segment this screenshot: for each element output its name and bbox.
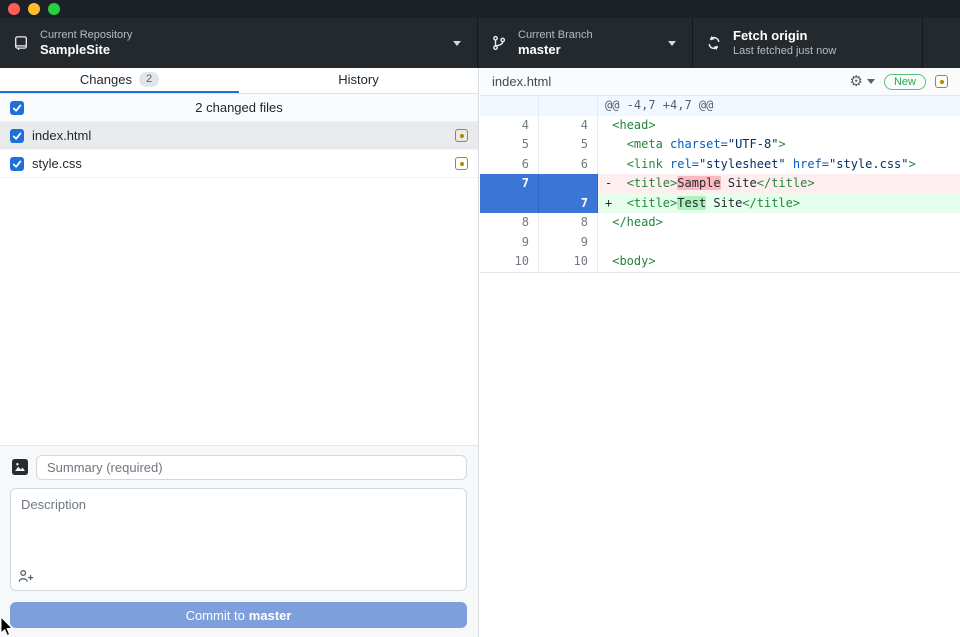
tab-history-label: History	[338, 72, 378, 87]
fetch-origin-button[interactable]: Fetch origin Last fetched just now	[693, 18, 923, 68]
fetch-title: Fetch origin	[733, 28, 836, 44]
chevron-down-icon	[668, 41, 676, 46]
close-button[interactable]	[8, 3, 20, 15]
diff-new-line-number[interactable]	[539, 96, 598, 116]
diff-tools: ⚙ New	[850, 74, 948, 90]
file-checkbox[interactable]	[10, 157, 24, 171]
diff-row[interactable]: @@ -4,7 +4,7 @@	[480, 96, 960, 116]
select-all-row[interactable]: 2 changed files	[0, 94, 478, 122]
modified-icon	[935, 75, 948, 88]
diff-line-content: <link rel="stylesheet" href="style.css">	[598, 155, 960, 175]
tab-changes[interactable]: Changes 2	[0, 68, 239, 93]
diff-line-content: <body>	[598, 252, 960, 272]
tab-history[interactable]: History	[239, 68, 478, 93]
sync-icon	[706, 35, 722, 51]
diff-line-content: + <title>Test Site</title>	[598, 194, 960, 214]
diff-line-content: @@ -4,7 +4,7 @@	[598, 96, 960, 116]
chevron-down-icon	[867, 79, 875, 84]
diff-new-line-number[interactable]: 6	[539, 155, 598, 175]
diff-line-content: </head>	[598, 213, 960, 233]
commit-summary-input[interactable]	[36, 455, 467, 480]
diff-old-line-number[interactable]: 5	[480, 135, 539, 155]
tab-changes-label: Changes	[80, 72, 132, 87]
diff-new-line-number[interactable]: 10	[539, 252, 598, 272]
changed-files-list: index.html style.css	[0, 122, 478, 178]
toolbar: Current Repository SampleSite Current Br…	[0, 18, 960, 68]
diff-old-line-number[interactable]: 9	[480, 233, 539, 253]
changes-count-badge: 2	[139, 72, 159, 87]
commit-description-wrap	[10, 488, 467, 591]
repo-icon	[13, 35, 29, 51]
diff-row[interactable]: 66 <link rel="stylesheet" href="style.cs…	[480, 155, 960, 175]
diff-new-line-number[interactable]	[539, 174, 598, 194]
diff-new-line-number[interactable]: 4	[539, 116, 598, 136]
repository-label: Current Repository	[40, 28, 132, 42]
changes-sidebar: Changes 2 History 2 changed files index.…	[0, 68, 479, 637]
select-all-checkbox[interactable]	[10, 101, 24, 115]
new-badge: New	[884, 74, 926, 90]
github-desktop-window: Current Repository SampleSite Current Br…	[0, 0, 960, 637]
diff-old-line-number[interactable]: 4	[480, 116, 539, 136]
toolbar-spacer	[923, 18, 960, 68]
diff-line-content	[598, 233, 960, 253]
diff-line-content: <meta charset="UTF-8">	[598, 135, 960, 155]
diff-panel: index.html ⚙ New @@ -4,7 +4,7 @@44 <head…	[480, 68, 960, 637]
branch-dropdown[interactable]: Current Branch master	[478, 18, 693, 68]
repository-dropdown[interactable]: Current Repository SampleSite	[0, 18, 478, 68]
mouse-cursor	[0, 616, 15, 637]
repository-name: SampleSite	[40, 42, 132, 58]
maximize-button[interactable]	[48, 3, 60, 15]
diff-row[interactable]: 7 - <title>Sample Site</title>	[480, 174, 960, 194]
modified-icon	[455, 129, 468, 142]
diff-new-line-number[interactable]: 9	[539, 233, 598, 253]
diff-old-line-number[interactable]: 8	[480, 213, 539, 233]
diff-line-content: <head>	[598, 116, 960, 136]
sidebar-tabs: Changes 2 History	[0, 68, 478, 94]
diff-old-line-number[interactable]: 10	[480, 252, 539, 272]
commit-form: Commit to master	[0, 445, 478, 637]
add-coauthor-icon[interactable]	[18, 568, 34, 584]
branch-icon	[491, 35, 507, 51]
diff-old-line-number[interactable]	[480, 194, 539, 214]
diff-old-line-number[interactable]	[480, 96, 539, 116]
commit-button-branch: master	[249, 608, 292, 623]
diff-row[interactable]: 88 </head>	[480, 213, 960, 233]
titlebar	[0, 0, 960, 18]
file-row-style.css[interactable]: style.css	[0, 150, 478, 178]
diff-row[interactable]: 1010 <body>	[480, 252, 960, 272]
repository-text: Current Repository SampleSite	[40, 28, 132, 58]
gear-icon: ⚙	[850, 74, 863, 90]
fetch-text: Fetch origin Last fetched just now	[733, 28, 836, 58]
commit-button-label: Commit to	[186, 608, 245, 623]
diff-header: index.html ⚙ New	[480, 68, 960, 96]
file-name: index.html	[32, 128, 455, 143]
diff-file-name: index.html	[492, 74, 551, 89]
diff-new-line-number[interactable]: 7	[539, 194, 598, 214]
file-row-index.html[interactable]: index.html	[0, 122, 478, 150]
diff-old-line-number[interactable]: 6	[480, 155, 539, 175]
diff-options-button[interactable]: ⚙	[850, 74, 875, 90]
diff-content: @@ -4,7 +4,7 @@44 <head>55 <meta charset…	[480, 96, 960, 273]
chevron-down-icon	[453, 41, 461, 46]
commit-button[interactable]: Commit to master	[10, 602, 467, 628]
diff-line-content: - <title>Sample Site</title>	[598, 174, 960, 194]
diff-row[interactable]: 55 <meta charset="UTF-8">	[480, 135, 960, 155]
avatar	[12, 459, 28, 475]
commit-description-input[interactable]	[10, 488, 467, 591]
diff-row[interactable]: 44 <head>	[480, 116, 960, 136]
branch-label: Current Branch	[518, 28, 593, 42]
diff-row[interactable]: 99	[480, 233, 960, 253]
modified-icon	[455, 157, 468, 170]
branch-text: Current Branch master	[518, 28, 593, 58]
branch-name: master	[518, 42, 593, 58]
fetch-subtitle: Last fetched just now	[733, 44, 836, 58]
file-checkbox[interactable]	[10, 129, 24, 143]
changed-files-count: 2 changed files	[195, 100, 282, 115]
diff-row[interactable]: 7+ <title>Test Site</title>	[480, 194, 960, 214]
file-name: style.css	[32, 156, 455, 171]
minimize-button[interactable]	[28, 3, 40, 15]
diff-old-line-number[interactable]: 7	[480, 174, 539, 194]
diff-new-line-number[interactable]: 5	[539, 135, 598, 155]
diff-new-line-number[interactable]: 8	[539, 213, 598, 233]
